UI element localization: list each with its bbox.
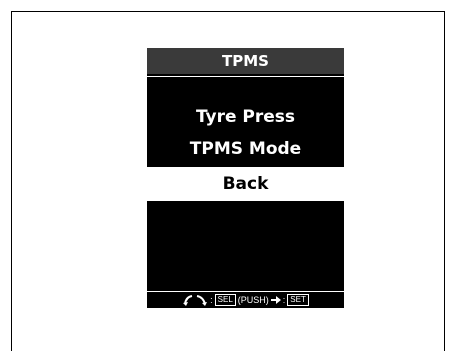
title-divider	[147, 76, 344, 77]
menu-item-tpms-mode[interactable]: TPMS Mode	[147, 132, 344, 166]
menu-item-tyre-press[interactable]: Tyre Press	[147, 100, 344, 134]
hint-colon: :	[210, 295, 213, 305]
push-arrow-icon	[270, 296, 281, 304]
set-label: SET	[287, 294, 309, 306]
hint-divider	[147, 291, 344, 292]
sel-label: SEL	[214, 294, 236, 306]
set-colon: :	[282, 295, 286, 305]
display-screen: TPMS Tyre Press TPMS Mode Back : SEL (PU…	[147, 48, 344, 308]
menu-item-back[interactable]: Back	[147, 167, 344, 201]
rotate-arrows-icon	[182, 294, 208, 306]
push-label: (PUSH)	[237, 295, 269, 305]
screen-title: TPMS	[147, 48, 344, 74]
control-hint: : SEL (PUSH) : SET	[147, 293, 344, 307]
